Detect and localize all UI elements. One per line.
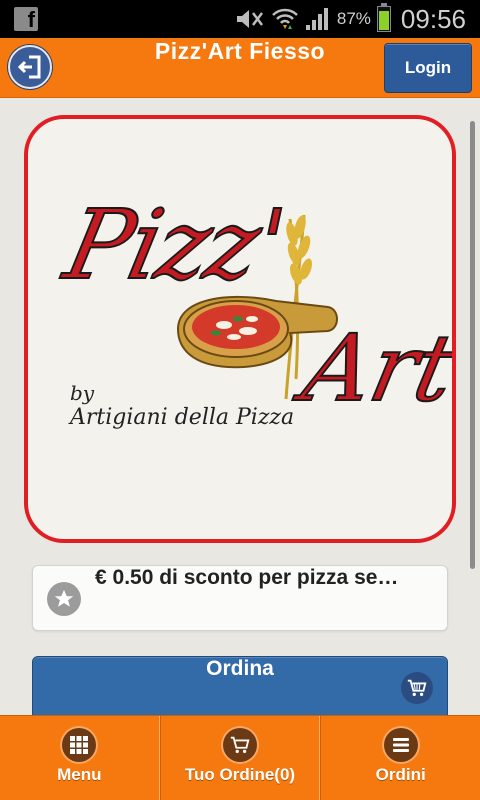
nav-item-tuo-ordine[interactable]: Tuo Ordine(0) [159, 716, 321, 800]
facebook-icon: f [14, 7, 38, 32]
order-button-label: Ordina [206, 657, 274, 680]
nav-label-menu: Menu [57, 765, 102, 784]
back-button[interactable] [8, 45, 52, 89]
nav-item-menu[interactable]: Menu [0, 716, 160, 800]
page-title: Pizz'Art Fiesso [154, 38, 326, 64]
main-content: Pizz' Art by Artigiani della Pizza € 0.5… [0, 99, 480, 715]
exit-icon [17, 55, 41, 79]
bottom-nav: Menu Tuo Ordine(0) Ordini [0, 715, 480, 800]
battery-percent: 87% [336, 9, 371, 28]
star-icon [47, 582, 81, 616]
logo-subtitle: Artigiani della Pizza [70, 405, 295, 430]
login-button[interactable]: Login [384, 43, 472, 93]
logo-by: by [70, 381, 95, 405]
grid-icon [62, 728, 97, 762]
nav-item-ordini[interactable]: Ordini [320, 716, 480, 800]
scrollbar[interactable] [470, 121, 475, 569]
nav-label-tuo-ordine: Tuo Ordine(0) [184, 765, 296, 784]
order-button[interactable]: Ordina [32, 656, 448, 715]
clock: 09:56 [400, 3, 466, 34]
logo-title-art: Art [294, 314, 456, 423]
signal-icon [305, 7, 331, 31]
status-icons: 87% 09:56 [233, 0, 480, 38]
battery-icon [376, 3, 391, 32]
restaurant-logo: Pizz' Art by Artigiani della Pizza [24, 115, 456, 543]
nav-label-ordini: Ordini [375, 765, 426, 784]
promo-banner[interactable]: € 0.50 di sconto per pizza se… [32, 565, 448, 631]
cart-icon [401, 672, 433, 704]
mute-icon [233, 8, 265, 30]
list-icon [383, 728, 418, 762]
logo-title-pizz: Pizz' [55, 188, 294, 302]
promo-text: € 0.50 di sconto per pizza se… [95, 566, 399, 589]
cart-icon [223, 728, 257, 762]
wifi-icon [271, 7, 299, 31]
status-bar: f 87% 09:56 [0, 0, 480, 38]
app-header: Pizz'Art Fiesso Login [0, 38, 480, 98]
